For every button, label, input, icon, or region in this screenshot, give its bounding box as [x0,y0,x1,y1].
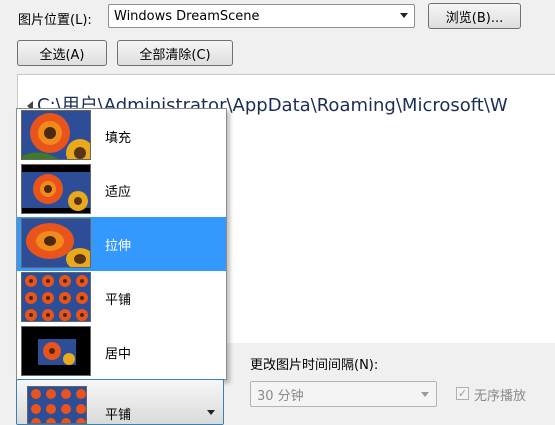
chevron-down-icon [207,410,215,415]
browse-button[interactable]: 浏览(B)... [428,3,521,29]
picture-location-value: Windows DreamScene [114,8,260,24]
select-all-button[interactable]: 全选(A) [17,40,107,66]
position-option-stretch[interactable]: 拉伸 [17,217,226,271]
picture-position-select[interactable]: 平铺 [16,379,224,425]
position-option-fill[interactable]: 填充 [17,109,226,163]
position-option-fit[interactable]: 适应 [17,163,226,217]
interval-select[interactable]: 30 分钟 [250,381,437,407]
tile-preview-thumbnail [27,386,87,424]
clear-all-button[interactable]: 全部清除(C) [117,40,233,66]
position-option-label: 填充 [105,131,132,146]
interval-value: 30 分钟 [257,388,304,404]
chevron-down-icon [421,392,429,397]
shuffle-checkbox[interactable]: ✓ [456,387,469,400]
picture-location-label: 图片位置(L): [18,13,92,28]
fit-preview-thumbnail [21,164,91,214]
stretch-preview-thumbnail [21,218,91,268]
position-option-label: 居中 [105,347,132,362]
picture-position-value: 平铺 [105,408,132,423]
shuffle-label: 无序播放 [474,389,527,404]
interval-label: 更改图片时间间隔(N): [250,358,379,373]
center-preview-thumbnail [21,326,91,376]
position-option-label: 拉伸 [105,239,132,254]
position-option-label: 适应 [105,185,132,200]
chevron-down-icon [400,13,408,18]
picture-position-dropdown-list: 填充 适应 拉伸 平铺 居中 [16,108,227,380]
position-option-center[interactable]: 居中 [17,325,226,379]
fill-preview-thumbnail [21,110,91,160]
position-option-label: 平铺 [105,293,132,308]
tile-preview-thumbnail [21,272,91,322]
picture-location-select[interactable]: Windows DreamScene [108,4,415,28]
position-option-tile[interactable]: 平铺 [17,271,226,325]
